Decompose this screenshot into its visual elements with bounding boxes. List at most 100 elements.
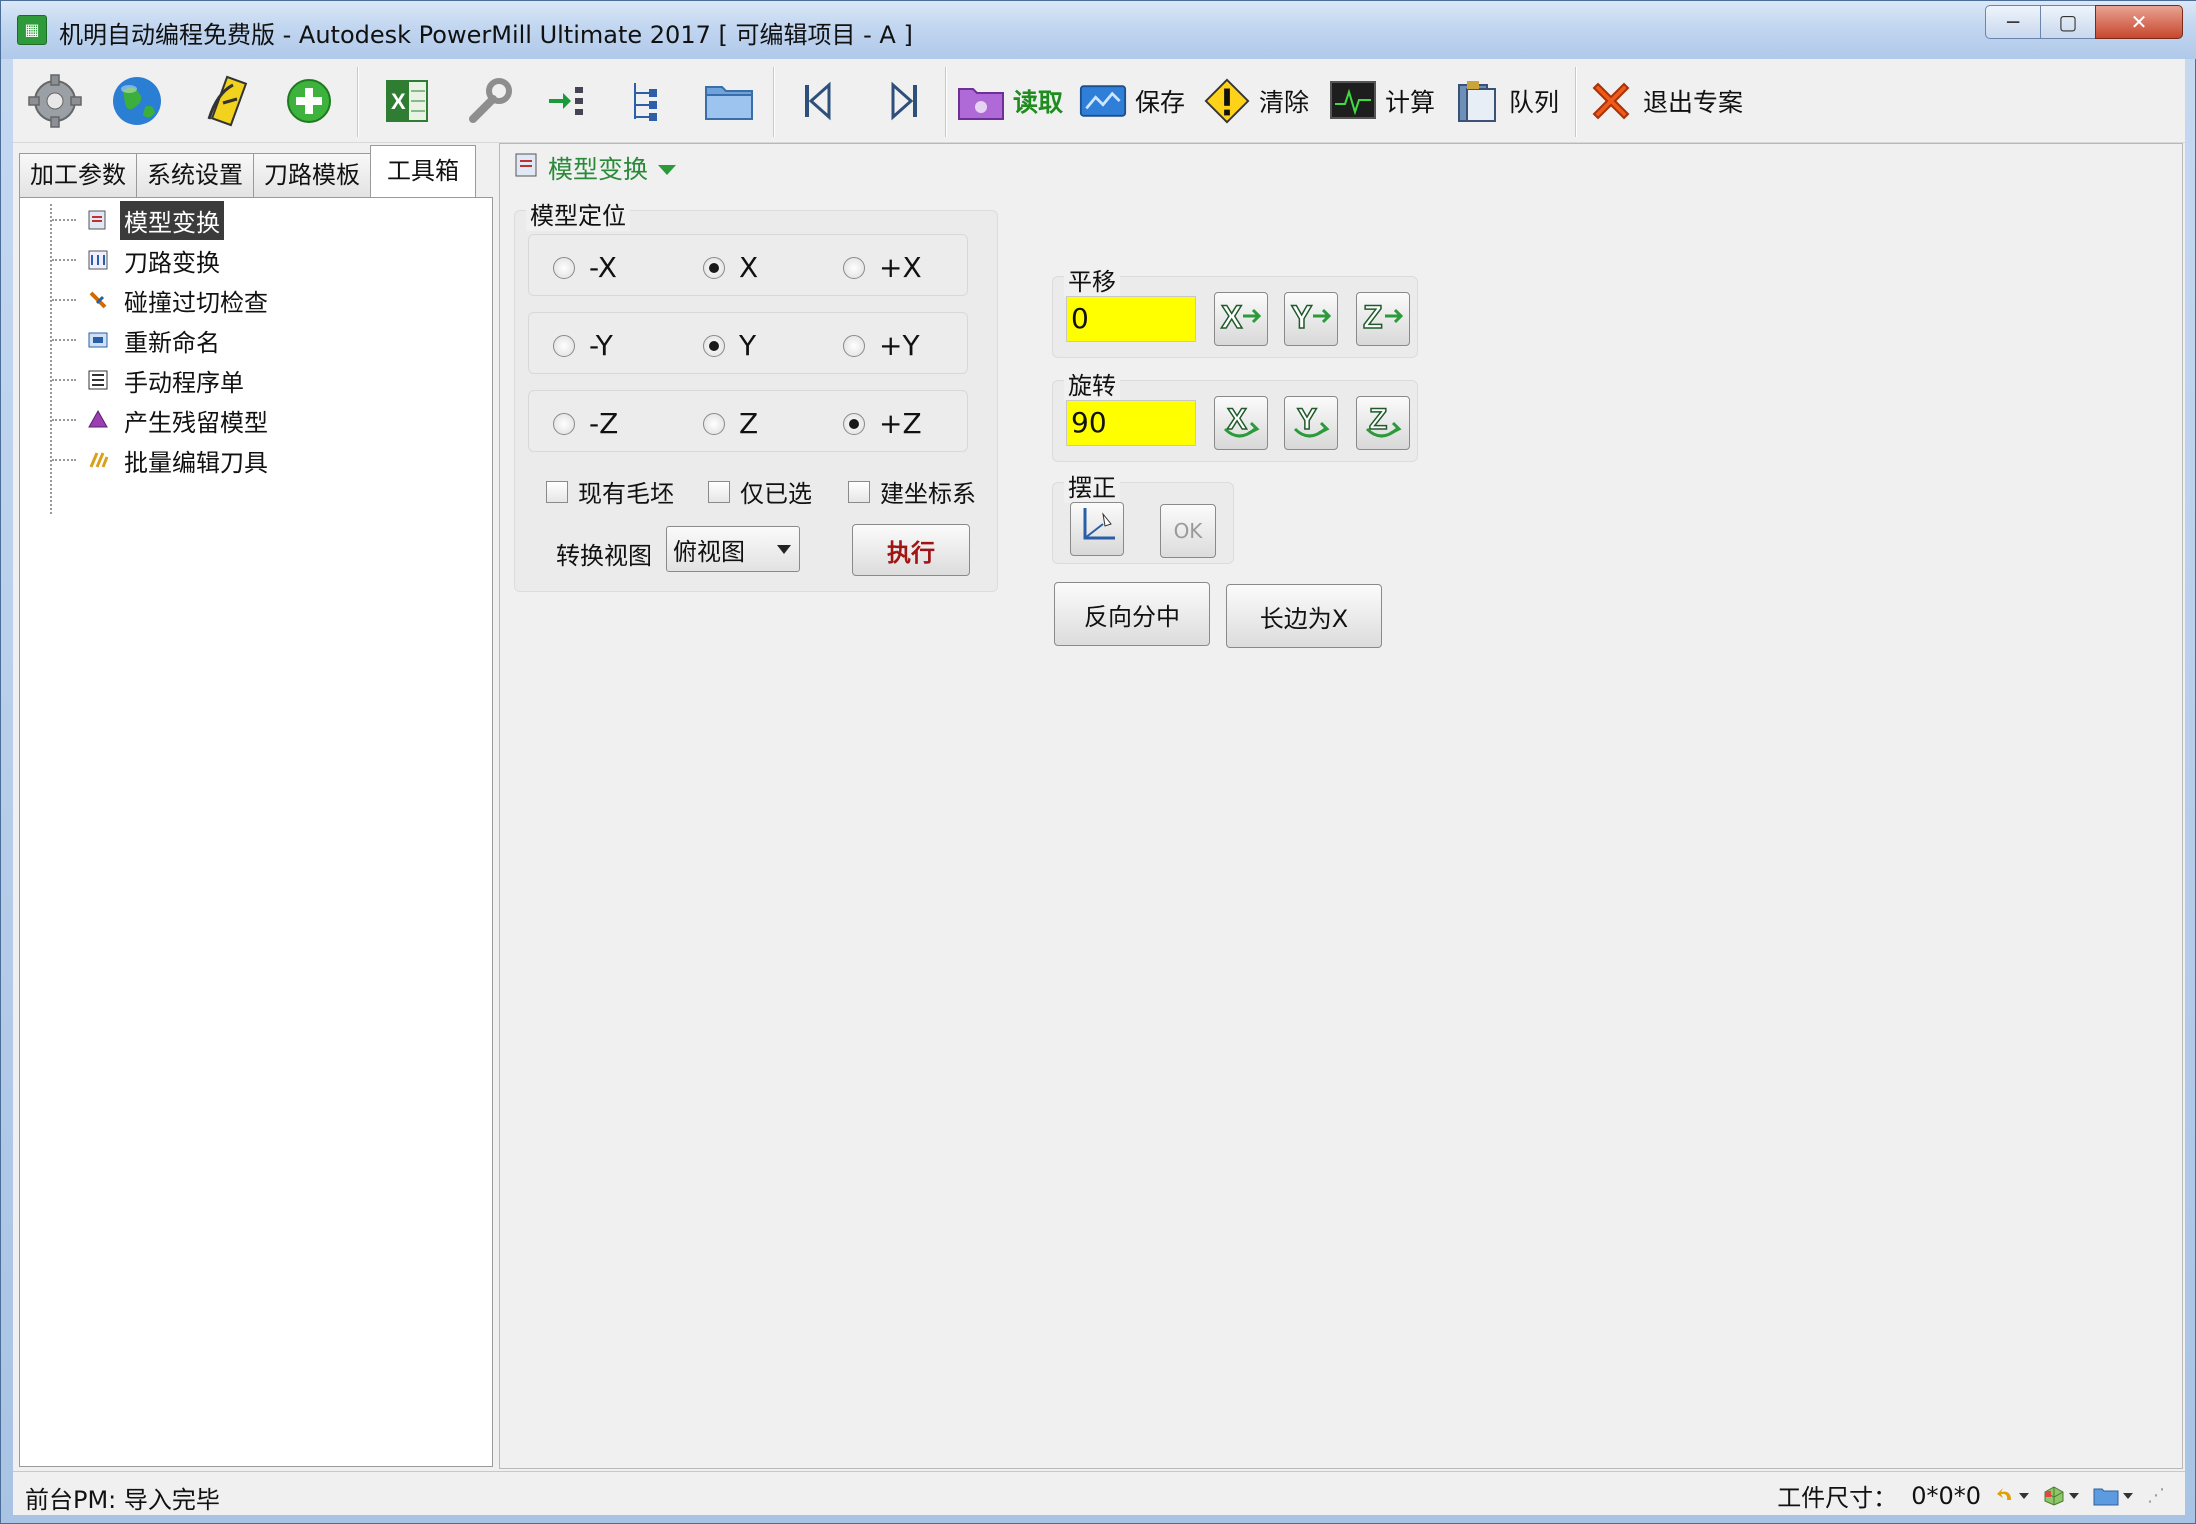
checkbox-selected-only[interactable]: 仅已选 (708, 474, 812, 509)
chevron-down-icon (2069, 1492, 2079, 1499)
rotate-z-icon: Z (1361, 399, 1405, 447)
toolbar-separator (357, 67, 359, 137)
dropdown-triangle-icon[interactable] (656, 154, 678, 183)
excel-icon[interactable]: X (377, 71, 437, 131)
rotate-value-input[interactable]: 90 (1066, 400, 1196, 446)
wand-icon[interactable] (197, 71, 257, 131)
radio-z[interactable]: Z (703, 407, 758, 440)
save-button[interactable]: 保存 (1079, 73, 1185, 129)
tree-label: 碰撞过切检查 (124, 288, 268, 317)
tree-branch (52, 219, 76, 221)
read-button[interactable]: 读取 (957, 73, 1063, 129)
radio-label: +Z (879, 407, 922, 440)
toolpath-transform-icon (86, 248, 110, 272)
stock-model-icon (86, 408, 110, 432)
radio-row-x: -X X +X (528, 234, 968, 296)
radio-dot (843, 256, 865, 279)
radio-plus-x[interactable]: +X (843, 251, 922, 284)
long-side-x-button[interactable]: 长边为X (1226, 584, 1382, 648)
toolbar-separator (1575, 67, 1577, 137)
align-ok-button[interactable]: OK (1160, 504, 1216, 558)
gear-icon[interactable] (25, 71, 85, 131)
cube-dropdown[interactable] (2043, 1485, 2079, 1507)
tree-icon[interactable] (617, 71, 677, 131)
radio-x[interactable]: X (703, 251, 758, 284)
rotate-x-icon: X (1219, 399, 1263, 447)
radio-minus-z[interactable]: -Z (553, 407, 618, 440)
rename-icon (86, 328, 110, 352)
exit-project-button[interactable]: 退出专案 (1587, 73, 1743, 129)
folder-icon (2093, 1488, 2119, 1505)
execute-button[interactable]: 执行 (852, 524, 970, 576)
tree-item-manual-program[interactable]: 手动程序单 (52, 362, 248, 398)
wrench-icon[interactable] (459, 71, 519, 131)
radio-plus-y[interactable]: +Y (843, 329, 920, 362)
align-title: 摆正 (1064, 468, 1120, 503)
tree-item-batch-edit-tools[interactable]: 批量编辑刀具 (52, 442, 272, 478)
maximize-button[interactable]: ▢ (2040, 5, 2096, 39)
rotate-z-button[interactable]: Z (1356, 396, 1410, 450)
panel-title: 模型变换 (548, 155, 649, 184)
last-icon[interactable] (875, 71, 935, 131)
translate-z-button[interactable]: Z (1356, 292, 1410, 346)
model-transform-icon (514, 152, 540, 184)
toolbar-separator (773, 67, 775, 137)
title-bar[interactable]: ▦ 机明自动编程免费版 - Autodesk PowerMill Ultimat… (1, 1, 2196, 59)
translate-x-icon: X (1219, 296, 1263, 342)
tab-machining-params[interactable]: 加工参数 (19, 153, 137, 197)
clipboard-icon (1453, 77, 1501, 125)
checkbox-label: 现有毛坯 (578, 480, 674, 508)
translate-y-button[interactable]: Y (1284, 292, 1338, 346)
rotate-y-icon: Y (1289, 399, 1333, 447)
view-select[interactable]: 俯视图 (666, 526, 800, 572)
tree-item-toolpath-transform[interactable]: 刀路变换 (52, 242, 224, 278)
folder-dropdown[interactable] (2093, 1486, 2133, 1506)
tab-system-settings[interactable]: 系统设置 (136, 153, 254, 197)
workpiece-size-label: 工件尺寸： (1777, 1484, 1898, 1512)
queue-button[interactable]: 队列 (1453, 73, 1559, 129)
exit-label: 退出专案 (1643, 88, 1744, 117)
radio-minus-y[interactable]: -Y (553, 329, 613, 362)
tree-branch (52, 299, 76, 301)
tree-label: 重新命名 (124, 328, 220, 357)
radio-plus-z[interactable]: +Z (843, 407, 922, 440)
radio-dot (553, 256, 575, 279)
tab-toolbox[interactable]: 工具箱 (370, 145, 476, 197)
folder-icon[interactable] (699, 71, 759, 131)
rotate-x-button[interactable]: X (1214, 396, 1268, 450)
translate-y-icon: Y (1289, 296, 1333, 342)
radio-y[interactable]: Y (703, 329, 756, 362)
resize-grip-icon[interactable]: ⋰ (2147, 1485, 2165, 1506)
radio-minus-x[interactable]: -X (553, 251, 617, 284)
chevron-down-icon (2123, 1492, 2133, 1499)
align-axis-button[interactable] (1070, 502, 1124, 556)
tree-item-model-transform[interactable]: 模型变换 (52, 200, 224, 240)
close-button[interactable]: ✕ (2095, 5, 2183, 39)
tab-toolpath-templates[interactable]: 刀路模板 (253, 153, 371, 197)
import-icon[interactable] (537, 71, 597, 131)
radio-dot (703, 412, 725, 435)
minimize-button[interactable]: ─ (1985, 5, 2041, 39)
reverse-center-button[interactable]: 反向分中 (1054, 582, 1210, 646)
tree-item-stock-model[interactable]: 产生残留模型 (52, 402, 272, 438)
checkbox-create-workplane[interactable]: 建坐标系 (848, 474, 976, 509)
add-icon[interactable] (279, 71, 339, 131)
tree-label: 批量编辑刀具 (124, 448, 268, 477)
globe-icon[interactable] (107, 71, 167, 131)
tree-item-collision-check[interactable]: 碰撞过切检查 (52, 282, 272, 318)
calc-button[interactable]: 计算 (1329, 73, 1435, 129)
view-select-value: 俯视图 (673, 537, 745, 566)
clear-button[interactable]: 清除 (1203, 73, 1309, 129)
translate-value-input[interactable]: 0 (1066, 296, 1196, 342)
translate-x-button[interactable]: X (1214, 292, 1268, 346)
toolbar: X 读取 保存 清除 计算 队列 退出专案 (13, 59, 2185, 143)
undo-dropdown[interactable] (1995, 1486, 2029, 1506)
collision-check-icon (86, 288, 110, 312)
first-icon[interactable] (787, 71, 847, 131)
rotate-y-button[interactable]: Y (1284, 396, 1338, 450)
tree-item-rename[interactable]: 重新命名 (52, 322, 224, 358)
batch-edit-tool-icon (86, 448, 110, 472)
panel-header[interactable]: 模型变换 (514, 150, 678, 186)
checkbox-existing-stock[interactable]: 现有毛坯 (546, 474, 674, 509)
read-label: 读取 (1013, 88, 1064, 117)
